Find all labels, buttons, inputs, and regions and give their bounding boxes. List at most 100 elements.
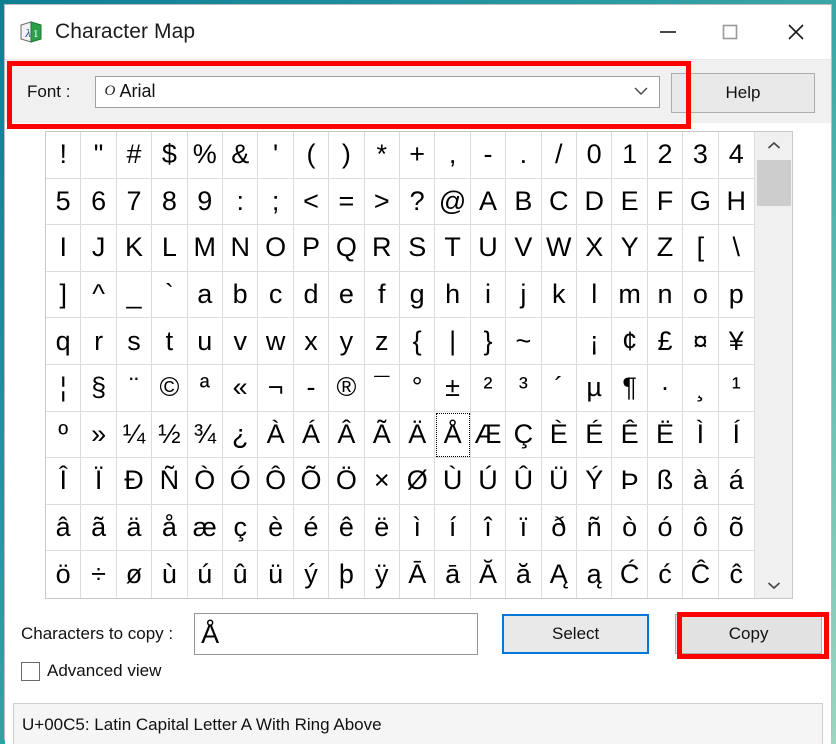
- character-cell[interactable]: T: [435, 225, 471, 272]
- character-cell[interactable]: `: [152, 271, 188, 319]
- character-cell[interactable]: N: [223, 225, 259, 272]
- character-cell[interactable]: /: [541, 132, 577, 179]
- character-cell[interactable]: =: [329, 178, 365, 226]
- advanced-view-checkbox[interactable]: Advanced view: [21, 661, 161, 681]
- chevron-up-icon[interactable]: [755, 132, 793, 158]
- character-cell[interactable]: g: [400, 271, 436, 319]
- character-cell[interactable]: é: [293, 504, 330, 552]
- character-cell[interactable]: >: [364, 178, 400, 226]
- character-cell[interactable]: r: [81, 318, 117, 365]
- character-cell[interactable]: Ø: [400, 458, 436, 505]
- character-cell[interactable]: %: [187, 132, 223, 179]
- character-cell[interactable]: k: [541, 271, 577, 319]
- chevron-down-icon[interactable]: [633, 83, 649, 101]
- character-cell[interactable]: m: [612, 271, 648, 319]
- character-cell[interactable]: ³: [506, 364, 542, 412]
- character-cell[interactable]: *: [364, 132, 400, 179]
- scrollbar-thumb[interactable]: [756, 160, 791, 206]
- character-cell[interactable]: æ: [187, 504, 223, 552]
- character-cell[interactable]: 0: [577, 132, 613, 179]
- character-cell[interactable]: Ì: [683, 411, 719, 459]
- character-cell[interactable]: y: [329, 318, 365, 365]
- character-cell[interactable]: Ĉ: [683, 551, 719, 598]
- character-cell[interactable]: ¾: [187, 411, 223, 459]
- character-cell[interactable]: R: [364, 225, 400, 272]
- character-cell[interactable]: ò: [612, 504, 648, 552]
- character-cell[interactable]: ñ: [577, 504, 613, 552]
- character-cell[interactable]: i: [470, 271, 507, 319]
- character-cell[interactable]: K: [116, 225, 153, 272]
- character-cell[interactable]: ·: [647, 364, 684, 412]
- copy-button[interactable]: Copy: [675, 614, 823, 654]
- character-cell[interactable]: ±: [435, 364, 471, 412]
- character-cell[interactable]: ×: [364, 458, 400, 505]
- character-cell[interactable]: D: [577, 178, 613, 226]
- character-cell[interactable]: B: [506, 178, 542, 226]
- character-cell[interactable]: Ù: [435, 458, 471, 505]
- character-cell[interactable]: 6: [81, 178, 117, 226]
- character-cell[interactable]: F: [647, 178, 684, 226]
- character-cell[interactable]: Ý: [577, 458, 613, 505]
- character-cell[interactable]: M: [187, 225, 223, 272]
- character-cell[interactable]: å: [152, 504, 188, 552]
- character-cell[interactable]: I: [46, 225, 82, 272]
- character-cell[interactable]: ^: [81, 271, 117, 319]
- character-cell[interactable]: ©: [152, 364, 188, 412]
- character-cell[interactable]: È: [541, 411, 577, 459]
- character-cell[interactable]: 7: [116, 178, 153, 226]
- character-cell[interactable]: 9: [187, 178, 223, 226]
- character-cell[interactable]: Õ: [293, 458, 330, 505]
- character-cell[interactable]: ì: [400, 504, 436, 552]
- character-cell[interactable]: ø: [117, 551, 153, 598]
- character-cell[interactable]: ï: [506, 504, 542, 552]
- character-cell[interactable]: _: [116, 271, 153, 319]
- character-cell[interactable]: ¿: [223, 411, 259, 459]
- character-cell[interactable]: w: [258, 318, 294, 365]
- character-cell[interactable]: @: [435, 178, 471, 226]
- character-cell[interactable]: q: [46, 318, 82, 365]
- character-cell[interactable]: x: [293, 318, 330, 365]
- character-cell[interactable]: Ç: [506, 411, 542, 459]
- character-cell[interactable]: û: [223, 551, 259, 598]
- character-cell[interactable]: s: [116, 318, 153, 365]
- scrollbar-track[interactable]: [755, 158, 793, 572]
- character-cell[interactable]: S: [400, 225, 436, 272]
- character-cell[interactable]: ,: [435, 132, 471, 179]
- character-cell[interactable]: ā: [435, 551, 471, 598]
- character-cell[interactable]: -: [470, 132, 507, 179]
- character-cell[interactable]: Î: [46, 458, 82, 505]
- character-cell[interactable]: Ü: [541, 458, 577, 505]
- character-cell[interactable]: ð: [541, 504, 577, 552]
- character-cell[interactable]: »: [81, 411, 117, 459]
- character-cell[interactable]: è: [258, 504, 294, 552]
- character-cell[interactable]: Å: [435, 411, 471, 459]
- character-cell[interactable]: v: [223, 318, 259, 365]
- character-cell[interactable]: ¨: [116, 364, 153, 412]
- character-cell[interactable]: c: [258, 271, 294, 319]
- character-cell[interactable]: £: [647, 318, 684, 365]
- character-cell[interactable]: <: [293, 178, 330, 226]
- character-cell[interactable]: Â: [329, 411, 365, 459]
- character-cell[interactable]: ;: [258, 178, 294, 226]
- character-cell[interactable]: n: [647, 271, 684, 319]
- character-cell[interactable]: 1: [612, 132, 648, 179]
- character-cell[interactable]: ¯: [364, 364, 400, 412]
- character-cell[interactable]: !: [46, 132, 82, 179]
- character-cell[interactable]: ö: [46, 551, 82, 598]
- character-cell[interactable]: µ: [577, 364, 613, 412]
- character-cell[interactable]: ã: [81, 504, 117, 552]
- character-cell[interactable]: Ć: [612, 551, 648, 598]
- help-button[interactable]: Help: [671, 73, 815, 113]
- character-cell[interactable]: #: [116, 132, 153, 179]
- character-cell[interactable]: [541, 318, 577, 365]
- character-cell[interactable]: Ā: [400, 551, 436, 598]
- character-cell[interactable]: ²: [470, 364, 507, 412]
- character-cell[interactable]: ë: [364, 504, 400, 552]
- character-cell[interactable]: ¤: [683, 318, 719, 365]
- character-cell[interactable]: Ä: [400, 411, 436, 459]
- character-cell[interactable]: ¥: [718, 318, 754, 365]
- character-cell[interactable]: ®: [329, 364, 365, 412]
- character-cell[interactable]: ą: [577, 551, 613, 598]
- character-cell[interactable]: §: [81, 364, 117, 412]
- character-cell[interactable]: (: [293, 132, 330, 179]
